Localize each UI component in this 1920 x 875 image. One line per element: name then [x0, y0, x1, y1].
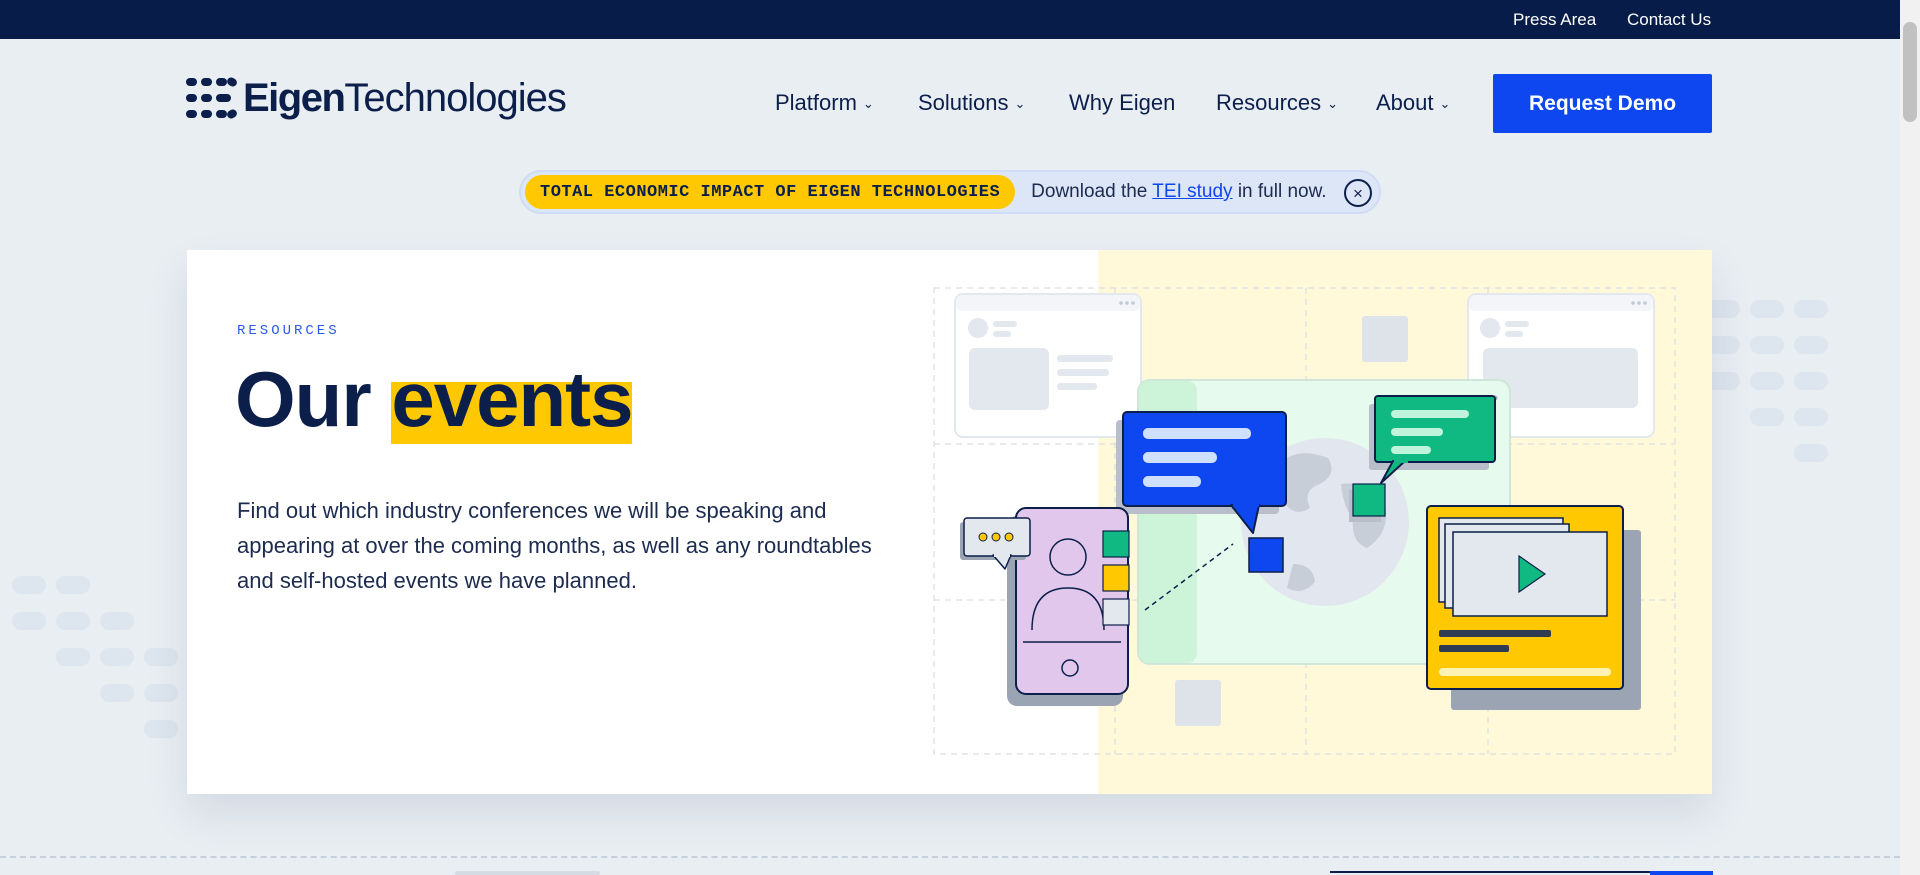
nav-solutions[interactable]: Solutions ⌄	[918, 90, 1025, 116]
scrollbar-thumb[interactable]	[1903, 22, 1917, 122]
section-divider	[0, 856, 1900, 858]
nav-about[interactable]: About ⌄	[1376, 90, 1450, 116]
nav-platform[interactable]: Platform ⌄	[775, 90, 874, 116]
chevron-down-icon: ⌄	[1327, 96, 1339, 111]
page-title: Our events	[235, 355, 633, 444]
hero-card: RESOURCES Our events Find out which indu…	[187, 250, 1712, 794]
next-section-peek	[455, 871, 600, 875]
request-demo-button[interactable]: Request Demo	[1493, 74, 1712, 133]
title-highlight: events	[391, 355, 633, 444]
nav-about-label: About	[1376, 90, 1434, 115]
next-section-button-peek	[1650, 871, 1713, 875]
preview-card-left	[954, 293, 1142, 438]
phone-profile	[960, 507, 1130, 706]
next-section-input-peek	[1330, 871, 1650, 875]
events-illustration	[933, 287, 1676, 755]
close-icon[interactable]: ×	[1344, 179, 1372, 207]
banner-text: Download the TEI study in full now.	[1031, 181, 1327, 202]
contact-us-link[interactable]: Contact Us	[1627, 10, 1711, 30]
tei-study-link[interactable]: TEI study	[1152, 181, 1232, 202]
hero-description: Find out which industry conferences we w…	[237, 498, 872, 593]
logo-wordmark: EigenTechnologies	[243, 75, 567, 120]
nav-solutions-label: Solutions	[918, 90, 1009, 115]
chevron-down-icon: ⌄	[862, 96, 874, 111]
press-area-link[interactable]: Press Area	[1513, 10, 1596, 30]
banner-pill: TOTAL ECONOMIC IMPACT OF EIGEN TECHNOLOG…	[525, 175, 1016, 209]
hero-eyebrow: RESOURCES	[237, 323, 340, 339]
chevron-down-icon: ⌄	[1014, 96, 1026, 111]
chevron-down-icon: ⌄	[1439, 96, 1451, 111]
nav-why-eigen-label: Why Eigen	[1069, 90, 1176, 115]
page-scrollbar[interactable]	[1900, 0, 1920, 875]
nav-resources[interactable]: Resources ⌄	[1216, 90, 1338, 116]
nav-why-eigen[interactable]: Why Eigen	[1069, 90, 1175, 116]
announcement-banner: TOTAL ECONOMIC IMPACT OF EIGEN TECHNOLOG…	[519, 170, 1381, 214]
video-card	[1426, 505, 1641, 710]
nav-platform-label: Platform	[775, 90, 857, 115]
eigen-logo[interactable]: EigenTechnologies	[186, 75, 567, 120]
top-utility-bar: Press Area Contact Us	[0, 0, 1920, 39]
nav-resources-label: Resources	[1216, 90, 1322, 115]
eigen-logo-mark-icon	[186, 77, 237, 119]
